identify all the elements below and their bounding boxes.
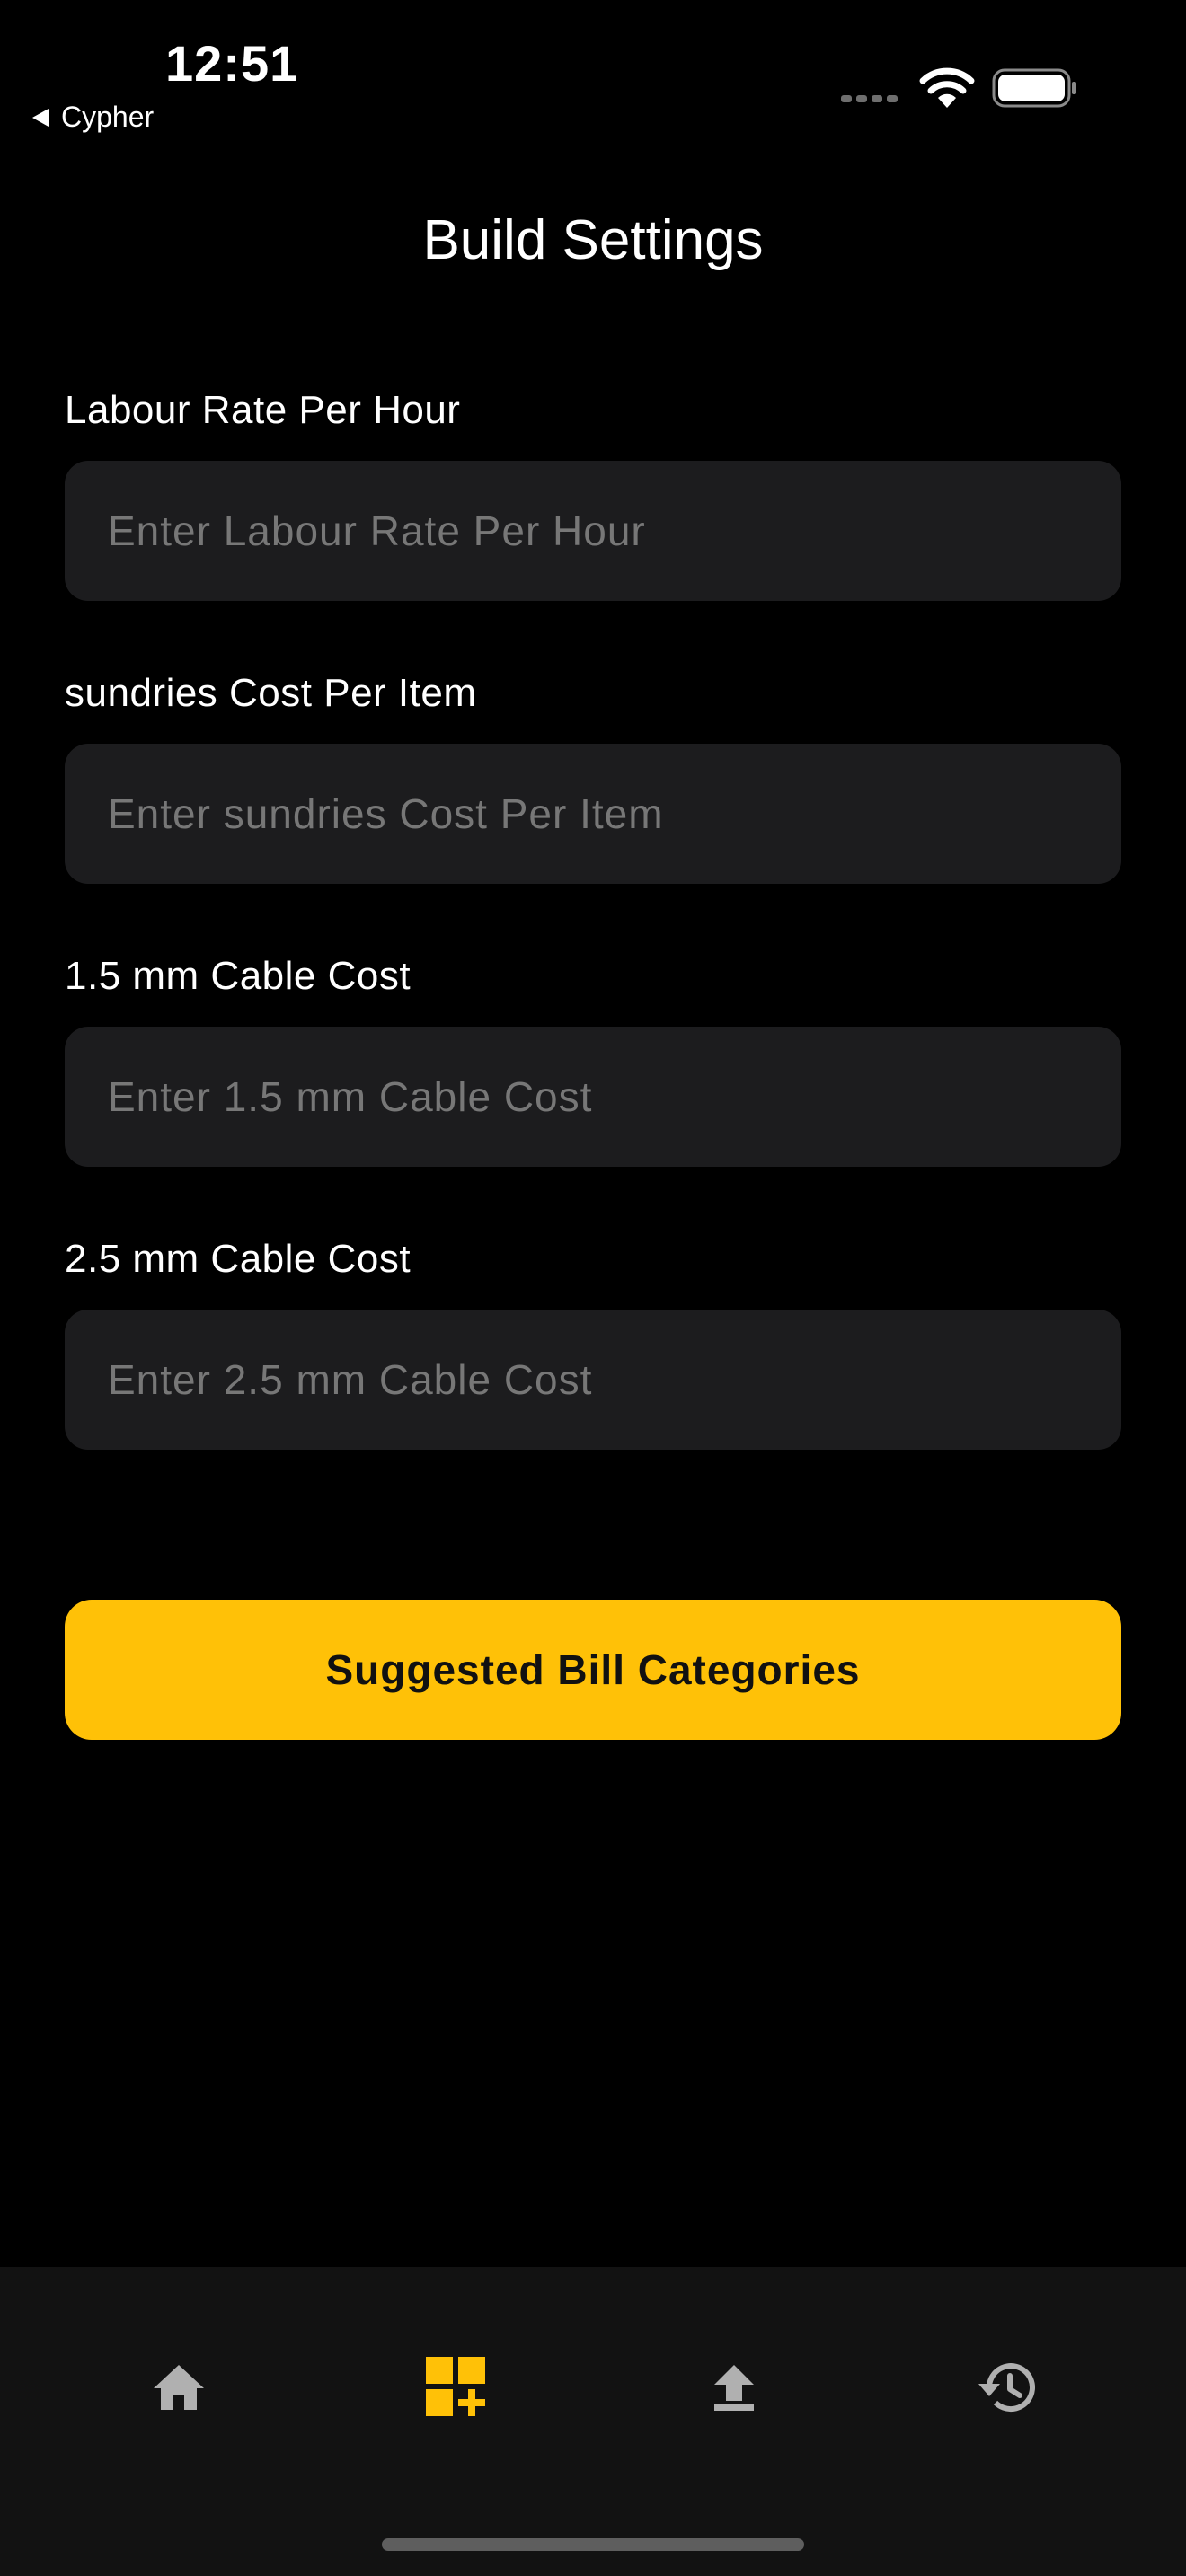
wifi-icon <box>919 67 975 108</box>
back-arrow-icon <box>32 108 49 127</box>
sundries-cost-input[interactable] <box>65 744 1121 884</box>
tab-dashboard-add[interactable] <box>403 2333 510 2441</box>
bottom-tab-bar <box>0 2267 1186 2576</box>
tab-home[interactable] <box>125 2333 233 2441</box>
cable-2-5mm-cost-label: 2.5 mm Cable Cost <box>65 1237 412 1281</box>
status-bar: 12:51 Cypher <box>0 0 1186 153</box>
suggested-bill-categories-button[interactable]: Suggested Bill Categories <box>65 1600 1121 1740</box>
home-icon <box>154 2365 204 2410</box>
upload-icon <box>714 2365 754 2411</box>
cable-1-5mm-cost-input[interactable] <box>65 1027 1121 1167</box>
cellular-signal-icon <box>841 95 898 102</box>
tab-history[interactable] <box>952 2333 1060 2441</box>
back-app-label: Cypher <box>61 101 155 133</box>
cable-1-5mm-cost-label: 1.5 mm Cable Cost <box>65 954 412 998</box>
sundries-cost-label: sundries Cost Per Item <box>65 671 477 715</box>
battery-icon <box>992 68 1076 108</box>
status-time: 12:51 <box>165 35 299 92</box>
dashboard-add-icon <box>426 2357 485 2416</box>
labour-rate-label: Labour Rate Per Hour <box>65 388 461 432</box>
history-icon <box>978 2363 1035 2413</box>
home-indicator[interactable] <box>382 2538 804 2551</box>
back-to-app-link[interactable]: Cypher <box>32 101 154 134</box>
page-title: Build Settings <box>422 209 764 271</box>
cable-2-5mm-cost-input[interactable] <box>65 1310 1121 1450</box>
tab-upload[interactable] <box>680 2333 788 2441</box>
labour-rate-input[interactable] <box>65 461 1121 601</box>
